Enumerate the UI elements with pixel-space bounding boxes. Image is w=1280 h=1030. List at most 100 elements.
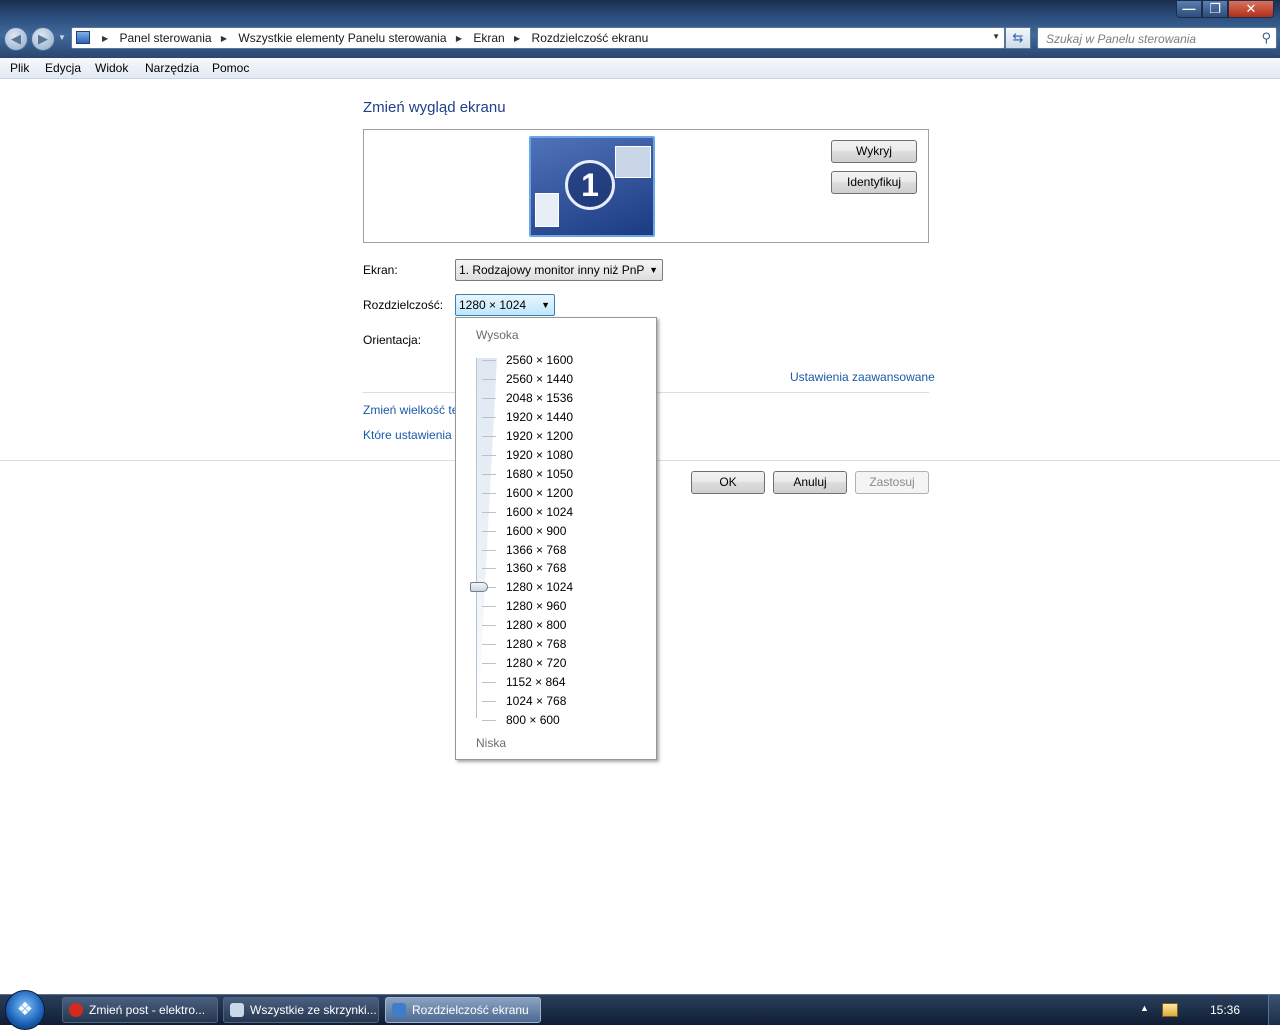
slider-tick bbox=[482, 644, 496, 645]
resolution-option[interactable]: 1152 × 864 bbox=[506, 675, 566, 689]
show-desktop-button[interactable] bbox=[1268, 995, 1280, 1025]
opera-icon bbox=[69, 1003, 83, 1017]
minimize-button[interactable]: — bbox=[1176, 0, 1202, 18]
slider-tick bbox=[482, 701, 496, 702]
screen-select[interactable]: 1. Rodzajowy monitor inny niż PnP ▼ bbox=[455, 259, 663, 281]
menu-item-tools[interactable]: Narzędzia bbox=[145, 61, 199, 75]
resolution-option[interactable]: 1600 × 1200 bbox=[506, 486, 573, 500]
back-arrow-icon: ◀ bbox=[11, 31, 21, 46]
text-size-link[interactable]: Zmień wielkość te bbox=[363, 403, 458, 417]
maximize-button[interactable]: ❐ bbox=[1202, 0, 1228, 18]
control-panel-icon bbox=[76, 31, 90, 44]
refresh-button[interactable]: ⇆ bbox=[1005, 27, 1031, 49]
slider-tick bbox=[482, 398, 496, 399]
resolution-option[interactable]: 1366 × 768 bbox=[506, 543, 566, 557]
resolution-option[interactable]: 1280 × 1024 bbox=[506, 580, 573, 594]
close-button[interactable]: ✕ bbox=[1228, 0, 1274, 18]
resolution-slider-thumb[interactable] bbox=[470, 582, 488, 592]
forward-arrow-icon: ▶ bbox=[38, 31, 48, 46]
mail-icon bbox=[230, 1003, 244, 1017]
apply-button[interactable]: Zastosuj bbox=[855, 471, 929, 494]
start-button[interactable]: ❖ bbox=[5, 990, 45, 1030]
cancel-button[interactable]: Anuluj bbox=[773, 471, 847, 494]
breadcrumb-separator-icon[interactable]: ▶ bbox=[102, 34, 108, 43]
monitor-window-thumbnail bbox=[615, 146, 651, 178]
slider-tick bbox=[482, 436, 496, 437]
slider-tick bbox=[482, 417, 496, 418]
address-bar[interactable]: ▶ Panel sterowania ▶ Wszystkie elementy … bbox=[71, 27, 1005, 49]
breadcrumb-control-panel[interactable]: Panel sterowania bbox=[120, 31, 212, 45]
clock[interactable]: 15:36 bbox=[1210, 1003, 1240, 1017]
resolution-option[interactable]: 800 × 600 bbox=[506, 713, 560, 727]
resolution-option[interactable]: 1600 × 1024 bbox=[506, 505, 573, 519]
recent-pages-dropdown[interactable]: ▼ bbox=[58, 33, 66, 42]
resolution-option[interactable]: 1920 × 1200 bbox=[506, 429, 573, 443]
slider-tick bbox=[482, 379, 496, 380]
resolution-option[interactable]: 1280 × 800 bbox=[506, 618, 566, 632]
resolution-option[interactable]: 1280 × 768 bbox=[506, 637, 566, 651]
menu-item-edit[interactable]: Edycja bbox=[45, 61, 81, 75]
breadcrumb-screen-resolution[interactable]: Rozdzielczość ekranu bbox=[532, 31, 649, 45]
slider-tick bbox=[482, 568, 496, 569]
resolution-option[interactable]: 1920 × 1440 bbox=[506, 410, 573, 424]
resolution-option[interactable]: 1920 × 1080 bbox=[506, 448, 573, 462]
breadcrumb-separator-icon[interactable]: ▶ bbox=[514, 34, 520, 43]
detect-button[interactable]: Wykryj bbox=[831, 140, 917, 163]
taskbar-item-label: Rozdzielczość ekranu bbox=[412, 1003, 529, 1017]
resolution-option[interactable]: 1024 × 768 bbox=[506, 694, 566, 708]
slider-tick bbox=[482, 512, 496, 513]
chevron-down-icon: ▼ bbox=[541, 300, 550, 310]
monitor-number: 1 bbox=[565, 160, 615, 210]
slider-tick bbox=[482, 682, 496, 683]
taskbar-item-mail[interactable]: Wszystkie ze skrzynki... bbox=[223, 997, 379, 1023]
breadcrumb-all-items[interactable]: Wszystkie elementy Panelu sterowania bbox=[238, 31, 446, 45]
slider-tick bbox=[482, 625, 496, 626]
resolution-option[interactable]: 1280 × 960 bbox=[506, 599, 566, 613]
screen-label: Ekran: bbox=[363, 263, 398, 277]
menu-item-help[interactable]: Pomoc bbox=[212, 61, 249, 75]
resolution-option[interactable]: 1280 × 720 bbox=[506, 656, 566, 670]
resolution-option[interactable]: 2560 × 1600 bbox=[506, 353, 573, 367]
taskbar-item-label: Wszystkie ze skrzynki... bbox=[250, 1003, 377, 1017]
search-box[interactable]: ⚲ bbox=[1037, 27, 1277, 49]
show-hidden-icons-button[interactable]: ▲ bbox=[1140, 1003, 1149, 1013]
identify-button[interactable]: Identyfikuj bbox=[831, 171, 917, 194]
slider-tick bbox=[482, 455, 496, 456]
search-icon[interactable]: ⚲ bbox=[1261, 30, 1271, 46]
search-input[interactable] bbox=[1044, 31, 1248, 47]
taskbar-item-label: Zmień post - elektro... bbox=[89, 1003, 206, 1017]
which-settings-link[interactable]: Które ustawienia v bbox=[363, 428, 461, 442]
resolution-option[interactable]: 1600 × 900 bbox=[506, 524, 566, 538]
monitor-window-thumbnail bbox=[535, 193, 559, 227]
back-button[interactable]: ◀ bbox=[4, 27, 28, 51]
resolution-option[interactable]: 2048 × 1536 bbox=[506, 391, 573, 405]
monitor-icon[interactable]: 1 bbox=[529, 136, 655, 237]
ok-button[interactable]: OK bbox=[691, 471, 765, 494]
breadcrumb-separator-icon[interactable]: ▶ bbox=[221, 34, 227, 43]
menu-item-file[interactable]: Plik bbox=[10, 61, 29, 75]
address-history-dropdown[interactable]: ▼ bbox=[992, 32, 1000, 41]
forward-button[interactable]: ▶ bbox=[31, 27, 55, 51]
taskbar: ❖ Zmień post - elektro... Wszystkie ze s… bbox=[0, 990, 1280, 1030]
advanced-settings-link[interactable]: Ustawienia zaawansowane bbox=[790, 370, 935, 384]
breadcrumb-display[interactable]: Ekran bbox=[473, 31, 504, 45]
slider-tick bbox=[482, 360, 496, 361]
slider-tick bbox=[482, 550, 496, 551]
slider-tick bbox=[482, 720, 496, 721]
resolution-select[interactable]: 1280 × 1024 ▼ bbox=[455, 294, 555, 316]
resolution-option[interactable]: 2560 × 1440 bbox=[506, 372, 573, 386]
resolution-option[interactable]: 1360 × 768 bbox=[506, 561, 566, 575]
slider-tick bbox=[482, 663, 496, 664]
orientation-label: Orientacja: bbox=[363, 333, 422, 347]
action-center-icon[interactable] bbox=[1162, 1003, 1178, 1017]
taskbar-item-opera[interactable]: Zmień post - elektro... bbox=[62, 997, 218, 1023]
page-title: Zmień wygląd ekranu bbox=[363, 99, 506, 116]
taskbar-item-screen-resolution[interactable]: Rozdzielczość ekranu bbox=[385, 997, 541, 1023]
breadcrumb-separator-icon[interactable]: ▶ bbox=[456, 34, 462, 43]
window-chrome: — ❐ ✕ ◀ ▶ ▼ ▶ Panel sterowania ▶ Wszystk… bbox=[0, 0, 1280, 58]
resolution-option[interactable]: 1680 × 1050 bbox=[506, 467, 573, 481]
chevron-down-icon: ▼ bbox=[649, 265, 658, 275]
resolution-slider-track[interactable] bbox=[476, 358, 497, 718]
menu-item-view[interactable]: Widok bbox=[95, 61, 128, 75]
resolution-label: Rozdzielczość: bbox=[363, 298, 444, 312]
